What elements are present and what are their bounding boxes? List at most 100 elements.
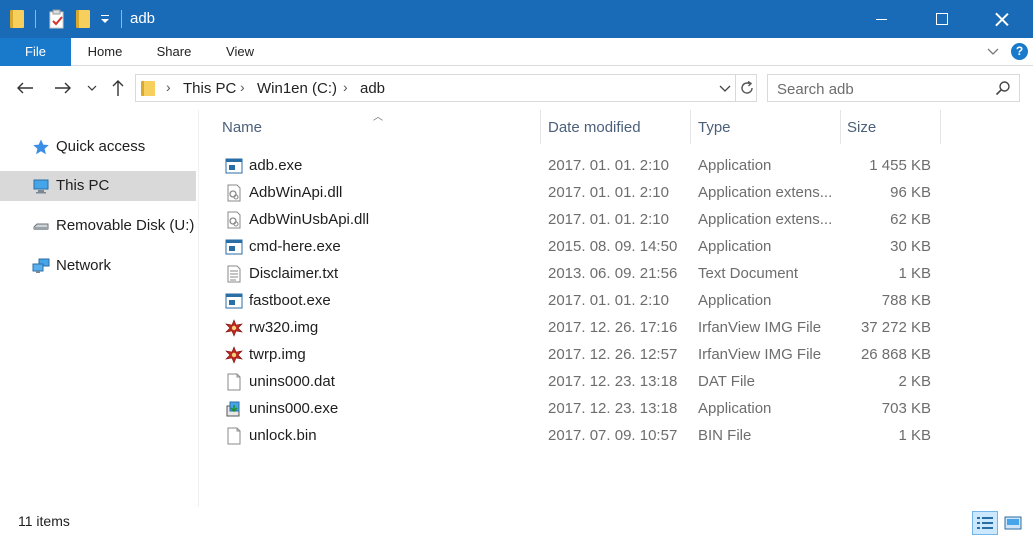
column-header-size[interactable]: Size xyxy=(841,110,941,146)
file-name: unins000.exe xyxy=(249,400,339,417)
folder-icon xyxy=(141,81,155,96)
file-name: Disclaimer.txt xyxy=(249,265,339,282)
file-row[interactable]: AdbWinApi.dll 2017. 01. 01. 2:10 Applicati… xyxy=(213,179,941,206)
file-date-modified: 2015. 08. 09. 14:50 xyxy=(548,238,678,255)
file-size: 1 KB xyxy=(898,427,931,444)
sort-ascending-icon: ︿ xyxy=(373,112,383,123)
file-date-modified: 2017. 12. 26. 17:16 xyxy=(548,319,678,336)
new-folder-icon[interactable] xyxy=(76,10,90,28)
file-date-modified: 2017. 12. 23. 13:18 xyxy=(548,400,678,417)
file-name: cmd-here.exe xyxy=(249,238,341,255)
back-button[interactable] xyxy=(13,76,37,100)
nav-item-label: Network xyxy=(56,257,112,274)
star-icon xyxy=(33,139,49,155)
folder-icon xyxy=(10,10,24,28)
breadcrumb-drive[interactable]: Win1en (C:) xyxy=(257,80,337,97)
search-input[interactable]: Search adb xyxy=(767,74,1020,102)
text-file-icon xyxy=(225,265,243,283)
close-button[interactable] xyxy=(971,0,1033,38)
nav-item-removable-disk[interactable]: Removable Disk (U:) xyxy=(0,211,196,241)
column-header-name[interactable]: ︿ Name xyxy=(213,110,541,146)
maximize-icon xyxy=(936,13,948,25)
file-size: 96 KB xyxy=(890,184,931,201)
recent-locations-button[interactable] xyxy=(84,76,100,100)
large-icons-view-button[interactable] xyxy=(1000,511,1026,535)
file-name: fastboot.exe xyxy=(249,292,331,309)
file-list: ︿ Name Date modified Type Size adb.exe 20… xyxy=(213,110,1033,507)
file-row[interactable]: unlock.bin 2017. 07. 09. 10:57 BIN File 1 K… xyxy=(213,422,941,449)
file-date-modified: 2013. 06. 09. 21:56 xyxy=(548,265,678,282)
nav-item-network[interactable]: Network xyxy=(0,251,196,281)
file-type: IrfanView IMG File xyxy=(698,319,822,336)
irfanview-icon xyxy=(225,319,243,337)
file-date-modified: 2017. 12. 23. 13:18 xyxy=(548,373,678,390)
address-dropdown-icon[interactable] xyxy=(716,79,734,97)
file-row[interactable]: rw320.img 2017. 12. 26. 17:16 IrfanView IM… xyxy=(213,314,941,341)
tab-share[interactable]: Share xyxy=(139,38,209,66)
address-bar[interactable]: › This PC › Win1en (C:) › adb xyxy=(135,74,757,102)
file-name: AdbWinUsbApi.dll xyxy=(249,211,370,228)
chevron-down-icon xyxy=(87,85,97,91)
file-size: 37 272 KB xyxy=(860,319,931,336)
nav-item-this-pc[interactable]: This PC xyxy=(0,171,196,201)
file-name: AdbWinApi.dll xyxy=(249,184,343,201)
file-size: 26 868 KB xyxy=(860,346,931,363)
file-row[interactable]: Disclaimer.txt 2013. 06. 09. 21:56 Text Do… xyxy=(213,260,941,287)
tab-view[interactable]: View xyxy=(209,38,271,66)
dll-icon xyxy=(225,184,243,202)
file-row[interactable]: AdbWinUsbApi.dll 2017. 01. 01. 2:10 Applic… xyxy=(213,206,941,233)
maximize-button[interactable] xyxy=(911,0,973,38)
exe-icon xyxy=(225,157,243,175)
status-bar: 11 items xyxy=(0,507,1033,537)
nav-item-quick-access[interactable]: Quick access xyxy=(0,132,196,162)
file-size: 788 KB xyxy=(881,292,931,309)
minimize-icon xyxy=(875,18,887,20)
file-size: 62 KB xyxy=(890,211,931,228)
customize-quick-access-icon[interactable] xyxy=(99,12,111,29)
title-separator xyxy=(121,10,122,28)
file-row[interactable]: twrp.img 2017. 12. 26. 12:57 IrfanView IMG… xyxy=(213,341,941,368)
column-divider[interactable] xyxy=(940,110,941,144)
search-icon xyxy=(995,81,1010,96)
breadcrumb-adb[interactable]: adb xyxy=(360,80,385,97)
breadcrumb-separator[interactable]: › xyxy=(343,79,348,95)
file-name: rw320.img xyxy=(249,319,319,336)
up-button[interactable] xyxy=(106,76,130,100)
file-type: Application extens... xyxy=(698,184,833,201)
file-row[interactable]: adb.exe 2017. 01. 01. 2:10 Application 1 45… xyxy=(213,152,941,179)
blank-file-icon xyxy=(225,427,243,445)
tab-home[interactable]: Home xyxy=(71,38,139,66)
column-header-date-modified[interactable]: Date modified xyxy=(541,110,691,146)
file-date-modified: 2017. 01. 01. 2:10 xyxy=(548,292,669,309)
file-size: 30 KB xyxy=(890,238,931,255)
breadcrumb-separator[interactable]: › xyxy=(166,79,171,95)
help-button[interactable]: ? xyxy=(1011,43,1028,60)
file-row[interactable]: unins000.exe 2017. 12. 23. 13:18 Applicati… xyxy=(213,395,941,422)
title-bar: adb xyxy=(0,0,1033,38)
breadcrumb-separator[interactable]: › xyxy=(240,79,245,95)
file-size: 703 KB xyxy=(881,400,931,417)
nav-item-label: Quick access xyxy=(56,138,146,155)
nav-item-label: This PC xyxy=(56,177,110,194)
minimize-button[interactable] xyxy=(850,0,912,38)
expand-ribbon-chevron-icon[interactable] xyxy=(986,44,1000,58)
file-row[interactable]: unins000.dat 2017. 12. 23. 13:18 DAT File 2… xyxy=(213,368,941,395)
tab-file[interactable]: File xyxy=(0,38,71,66)
file-date-modified: 2017. 01. 01. 2:10 xyxy=(548,184,669,201)
item-count: 11 items xyxy=(18,513,70,529)
refresh-button[interactable] xyxy=(735,75,757,101)
file-size: 1 455 KB xyxy=(869,157,931,174)
file-row[interactable]: cmd-here.exe 2015. 08. 09. 14:50 Applicati… xyxy=(213,233,941,260)
file-date-modified: 2017. 07. 09. 10:57 xyxy=(548,427,678,444)
file-row[interactable]: fastboot.exe 2017. 01. 01. 2:10 Applicatio… xyxy=(213,287,941,314)
title-separator xyxy=(35,10,36,28)
file-name: adb.exe xyxy=(249,157,303,174)
refresh-icon xyxy=(740,80,753,94)
properties-icon[interactable] xyxy=(48,9,66,32)
address-row: › This PC › Win1en (C:) › adb Search adb xyxy=(0,66,1033,110)
installer-icon xyxy=(225,400,243,418)
forward-button[interactable] xyxy=(51,76,75,100)
breadcrumb-this-pc[interactable]: This PC xyxy=(183,80,236,97)
column-header-type[interactable]: Type xyxy=(691,110,841,146)
details-view-button[interactable] xyxy=(972,511,998,535)
